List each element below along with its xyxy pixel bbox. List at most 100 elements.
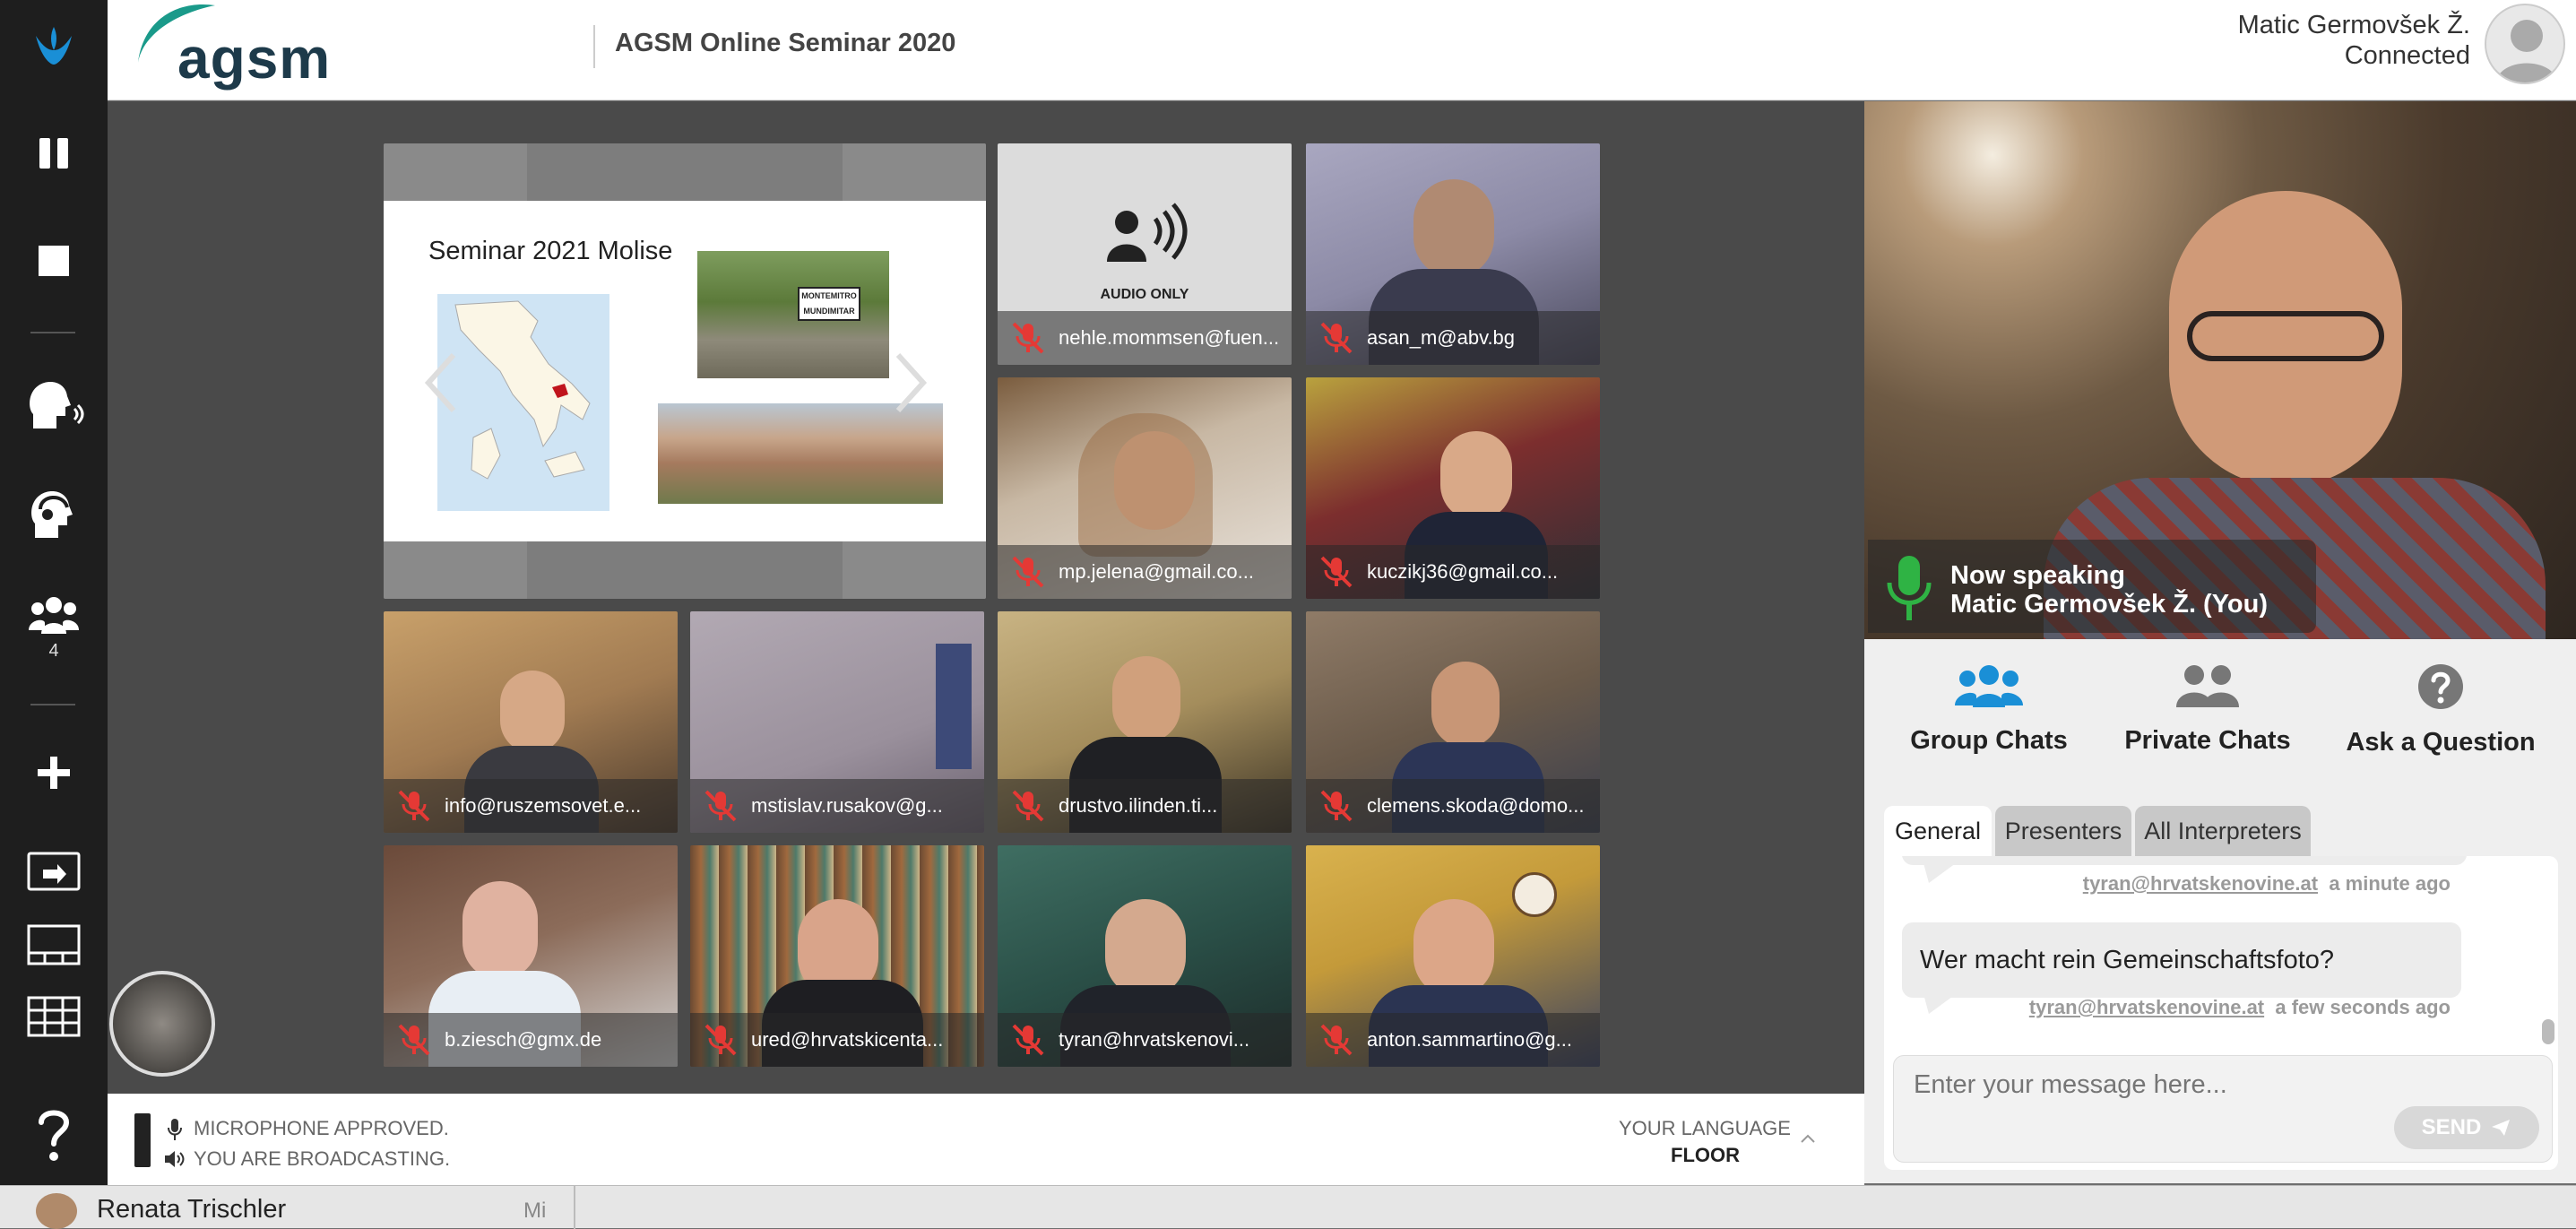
now-speaking-banner: Now speaking Matic Germovšek Ž. (You) xyxy=(1868,540,2316,633)
tile-namebar: clemens.skoda@domo... xyxy=(1306,779,1600,833)
muted-mic-icon xyxy=(1318,788,1354,824)
participant-tile[interactable]: asan_m@abv.bg xyxy=(1306,143,1600,365)
participant-name: kuczikj36@gmail.co... xyxy=(1367,560,1559,583)
self-glasses xyxy=(2187,311,2384,361)
muted-mic-icon xyxy=(703,788,739,824)
muted-mic-icon xyxy=(1010,788,1046,824)
private-users-icon xyxy=(2176,665,2239,707)
participant-tile[interactable]: tyran@hrvatskenovi... xyxy=(998,845,1292,1067)
now-speaking-label: Now speaking xyxy=(1950,561,2125,590)
message-author[interactable]: tyran@hrvatskenovine.at xyxy=(2029,996,2264,1018)
tile-namebar: info@ruszemsovet.e... xyxy=(384,779,678,833)
participant-name: b.ziesch@gmx.de xyxy=(445,1028,602,1051)
stop-button[interactable] xyxy=(0,231,108,290)
chevron-left-icon[interactable] xyxy=(423,351,459,414)
plus-icon xyxy=(38,757,70,789)
muted-mic-icon xyxy=(1010,320,1046,356)
layout-strip-button[interactable] xyxy=(0,918,108,972)
participant-tile[interactable]: mp.jelena@gmail.co... xyxy=(998,377,1292,599)
participant-tile[interactable]: clemens.skoda@domo... xyxy=(1306,611,1600,833)
ask-question-label: Ask a Question xyxy=(2346,728,2536,757)
question-circle-icon xyxy=(2418,664,2463,709)
chevron-right-icon[interactable] xyxy=(893,351,929,414)
stop-icon xyxy=(39,246,69,276)
chat-scrollbar[interactable] xyxy=(2542,1019,2554,1044)
tab-presenters[interactable]: Presenters xyxy=(1995,806,2131,856)
group-chats-button[interactable]: Group Chats xyxy=(1886,662,2092,756)
add-button[interactable] xyxy=(0,746,108,800)
app-logo-icon xyxy=(0,18,108,75)
mic-status-text: MICROPHONE APPROVED. xyxy=(194,1117,449,1139)
participant-name: mstislav.rusakov@g... xyxy=(751,794,943,817)
message-composer: SEND xyxy=(1893,1055,2553,1163)
town-sign-line2: MUNDIMITAR xyxy=(803,307,855,316)
ask-question-button[interactable]: Ask a Question xyxy=(2338,662,2544,757)
wall-clock xyxy=(1512,872,1557,917)
participant-tile[interactable]: info@ruszemsovet.e... xyxy=(384,611,678,833)
speaking-head-icon xyxy=(30,382,84,428)
share-screen-button[interactable] xyxy=(0,846,108,900)
users-icon xyxy=(29,596,79,634)
message-bubble xyxy=(1902,856,2467,865)
slide-title-prefix: Seminar xyxy=(428,237,525,265)
audio-only-icon xyxy=(1107,203,1188,262)
participant-tile[interactable]: AUDIO ONLY nehle.mommsen@fuen... xyxy=(998,143,1292,365)
bubble-tail-icon xyxy=(1923,994,1956,1014)
presentation-tile[interactable]: Seminar 2021 Molise MONTEMITRO MUNDIMITA… xyxy=(384,143,986,599)
speaker-button[interactable] xyxy=(0,368,108,445)
participant-tile[interactable]: drustvo.ilinden.ti... xyxy=(998,611,1292,833)
bubble-tail-icon xyxy=(1923,863,1956,883)
contact-avatar xyxy=(36,1193,77,1229)
slide-title-rest: 2021 Molise xyxy=(532,237,673,265)
muted-mic-icon xyxy=(1318,554,1354,590)
private-chats-button[interactable]: Private Chats xyxy=(2105,662,2311,756)
user-avatar[interactable] xyxy=(2485,4,2565,84)
map-outline-icon xyxy=(454,300,591,480)
participant-tile[interactable]: ured@hrvatskicenta... xyxy=(690,845,984,1067)
message-author[interactable]: tyran@hrvatskenovine.at xyxy=(2083,872,2318,895)
slide: Seminar 2021 Molise MONTEMITRO MUNDIMITA… xyxy=(384,201,986,541)
tab-all-interpreters[interactable]: All Interpreters xyxy=(2135,806,2311,856)
pause-icon xyxy=(39,138,68,169)
layout-grid-button[interactable] xyxy=(0,990,108,1043)
town-photo xyxy=(658,403,943,504)
avatar-placeholder-icon xyxy=(2495,20,2558,82)
connection-status: Connected xyxy=(2344,41,2470,70)
message-meta: tyran@hrvatskenovine.at a minute ago xyxy=(2083,872,2451,896)
contact-name[interactable]: Renata Trischler xyxy=(97,1195,286,1225)
muted-mic-icon xyxy=(396,1022,432,1058)
tile-namebar: anton.sammartino@g... xyxy=(1306,1013,1600,1067)
message-text: Wer macht rein Gemeinschaftsfoto? xyxy=(1920,946,2335,974)
tile-namebar: b.ziesch@gmx.de xyxy=(384,1013,678,1067)
participant-tile[interactable]: mstislav.rusakov@g... xyxy=(690,611,984,833)
participant-tile[interactable]: b.ziesch@gmx.de xyxy=(384,845,678,1067)
layout-filmstrip-icon xyxy=(27,924,81,965)
tile-namebar: drustvo.ilinden.ti... xyxy=(998,779,1292,833)
tile-namebar: mstislav.rusakov@g... xyxy=(690,779,984,833)
headset-head-icon xyxy=(31,491,73,538)
question-mark-icon xyxy=(39,1110,70,1161)
status-footer: MICROPHONE APPROVED. YOU ARE BROADCASTIN… xyxy=(108,1094,1864,1185)
participant-tile[interactable]: anton.sammartino@g... xyxy=(1306,845,1600,1067)
tab-general[interactable]: General xyxy=(1884,806,1992,856)
interpreter-button[interactable] xyxy=(0,475,108,552)
message-input[interactable] xyxy=(1894,1056,2552,1113)
send-button[interactable]: SEND xyxy=(2394,1106,2539,1149)
floating-self-avatar[interactable] xyxy=(109,971,215,1077)
participant-tile[interactable]: kuczikj36@gmail.co... xyxy=(1306,377,1600,599)
muted-mic-icon xyxy=(1318,320,1354,356)
now-speaking-name: Matic Germovšek Ž. (You) xyxy=(1950,590,2268,619)
tile-namebar: mp.jelena@gmail.co... xyxy=(998,545,1292,599)
message-time: a minute ago xyxy=(2329,872,2451,895)
participants-button[interactable]: 4 xyxy=(0,583,108,672)
pause-button[interactable] xyxy=(0,124,108,183)
chevron-up-icon[interactable] xyxy=(1800,1133,1816,1144)
participant-name: drustvo.ilinden.ti... xyxy=(1059,794,1218,817)
audio-only-label: AUDIO ONLY xyxy=(1100,287,1189,302)
muted-mic-icon xyxy=(703,1022,739,1058)
language-value[interactable]: FLOOR xyxy=(1671,1144,1740,1167)
message-bubble: Wer macht rein Gemeinschaftsfoto? xyxy=(1902,922,2461,998)
muted-mic-icon xyxy=(1010,1022,1046,1058)
message-time: a few seconds ago xyxy=(2275,996,2451,1018)
help-button[interactable] xyxy=(0,1103,108,1171)
